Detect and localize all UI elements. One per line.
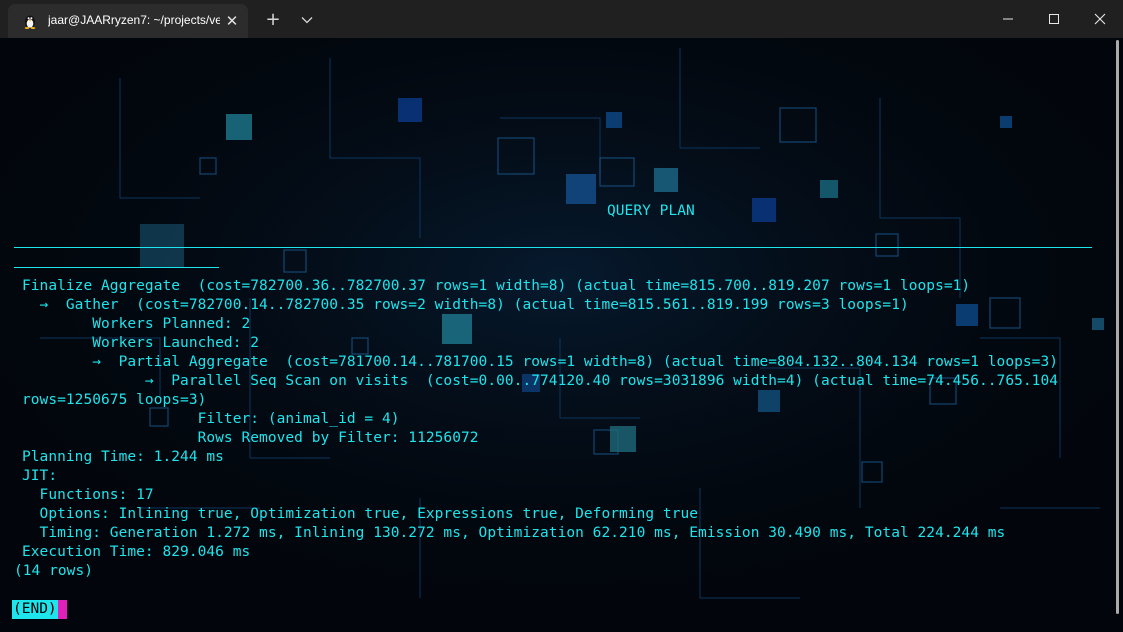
plan-line: → Partial Aggregate (cost=781700.14..781… xyxy=(22,354,1059,370)
plan-line: Workers Launched: 2 xyxy=(22,335,260,351)
text-cursor xyxy=(58,600,67,619)
maximize-icon[interactable] xyxy=(1031,0,1077,38)
terminal-output[interactable]: QUERY PLAN Finalize Aggregate (cost=7827… xyxy=(0,38,1123,632)
scrollbar[interactable] xyxy=(1116,40,1119,614)
plan-line: Rows Removed by Filter: 11256072 xyxy=(22,430,479,446)
plan-line: Filter: (animal_id = 4) xyxy=(22,411,400,427)
header-underline xyxy=(14,267,219,268)
terminal-window: jaar@JAARryzen7: ~/projects/vet ✕ + QUER… xyxy=(0,0,1123,632)
close-icon[interactable] xyxy=(1077,0,1123,38)
plan-line: JIT: xyxy=(22,468,58,484)
plan-line: Execution Time: 829.046 ms xyxy=(22,544,251,560)
tab-title: jaar@JAARryzen7: ~/projects/vet xyxy=(48,13,220,27)
plan-line: Options: Inlining true, Optimization tru… xyxy=(22,506,699,522)
plan-line: → Parallel Seq Scan on visits (cost=0.00… xyxy=(22,373,1059,389)
plan-line: Finalize Aggregate (cost=782700.36..7827… xyxy=(22,278,971,294)
plus-icon[interactable]: + xyxy=(259,8,287,32)
tab-close-icon[interactable]: ✕ xyxy=(222,11,242,31)
terminal-tab[interactable]: jaar@JAARryzen7: ~/projects/vet ✕ xyxy=(8,4,248,38)
minimize-icon[interactable] xyxy=(985,0,1031,38)
linux-penguin-icon xyxy=(24,15,36,29)
row-count: (14 rows) xyxy=(14,563,94,579)
title-bar: jaar@JAARryzen7: ~/projects/vet ✕ + xyxy=(0,0,1123,38)
query-plan-header: QUERY PLAN xyxy=(607,203,695,219)
plan-line: Timing: Generation 1.272 ms, Inlining 13… xyxy=(22,525,1006,541)
plan-line: Planning Time: 1.244 ms xyxy=(22,449,224,465)
pager-end-marker: (END) xyxy=(12,600,58,619)
chevron-down-icon[interactable] xyxy=(293,8,321,32)
plan-line: Workers Planned: 2 xyxy=(22,316,251,332)
plan-line: → Gather (cost=782700.14..782700.35 rows… xyxy=(22,297,909,313)
plan-line: Functions: 17 xyxy=(22,487,154,503)
plan-line: rows=1250675 loops=3) xyxy=(22,392,207,408)
header-divider xyxy=(14,247,1092,248)
